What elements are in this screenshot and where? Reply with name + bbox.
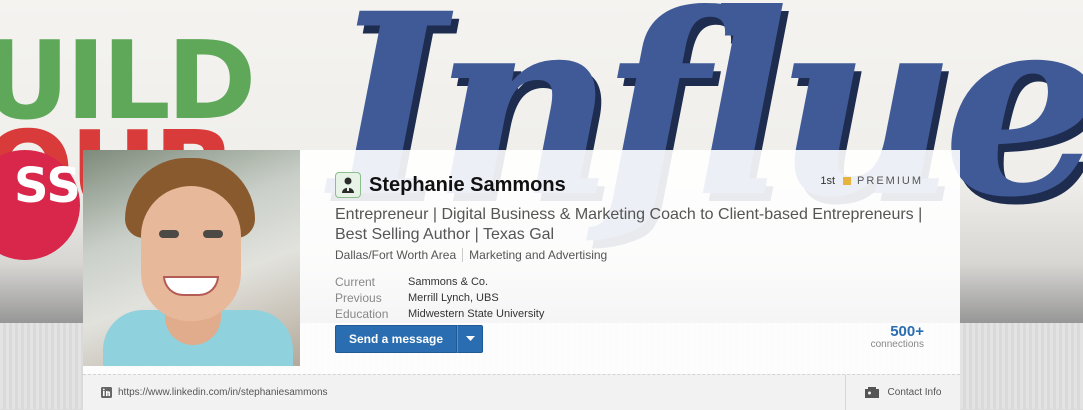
profile-card: Stephanie Sammons 1st PREMIUM Entreprene…	[83, 150, 960, 410]
profile-facts: Current Sammons & Co. Previous Merrill L…	[335, 274, 544, 322]
location-industry-row: Dallas/Fort Worth Area Marketing and Adv…	[335, 248, 607, 262]
fact-label: Education	[335, 307, 389, 321]
profile-url-text[interactable]: https://www.linkedin.com/in/stephaniesam…	[118, 387, 328, 398]
degree-badge: 1st	[820, 175, 836, 187]
industry-link[interactable]: Marketing and Advertising	[469, 248, 607, 262]
connections-number: 500+	[890, 323, 924, 340]
profile-badge-icon	[335, 172, 361, 198]
banner-circle-text: SS	[14, 158, 81, 214]
fact-previous: Previous Merrill Lynch, UBS	[335, 290, 544, 306]
fact-education: Education Midwestern State University	[335, 306, 544, 322]
contact-info-label: Contact Info	[887, 387, 942, 398]
fact-label: Previous	[335, 291, 382, 305]
divider	[462, 248, 464, 262]
profile-footer: https://www.linkedin.com/in/stephaniesam…	[83, 374, 960, 410]
fact-value-education[interactable]: Midwestern State University	[408, 308, 544, 320]
send-message-group: Send a message	[335, 325, 484, 353]
premium-label: PREMIUM	[857, 175, 923, 187]
connections-label: connections	[870, 339, 924, 350]
profile-photo[interactable]	[83, 150, 300, 366]
contact-info-button[interactable]: Contact Info	[845, 375, 960, 410]
fact-value-current[interactable]: Sammons & Co.	[408, 276, 488, 288]
profile-headline: Entrepreneur | Digital Business & Market…	[335, 206, 923, 243]
contact-card-icon	[864, 387, 879, 398]
name-row: Stephanie Sammons	[335, 172, 566, 198]
fact-value-previous[interactable]: Merrill Lynch, UBS	[408, 292, 499, 304]
fact-label: Current	[335, 275, 376, 289]
fact-current: Current Sammons & Co.	[335, 274, 544, 290]
profile-name: Stephanie Sammons	[369, 173, 566, 196]
send-message-dropdown[interactable]	[457, 325, 484, 353]
connections-count[interactable]: 500+ connections	[871, 323, 924, 350]
send-message-button[interactable]: Send a message	[335, 325, 458, 353]
connection-degree: 1st PREMIUM	[820, 175, 923, 187]
linkedin-icon	[101, 387, 112, 398]
public-profile-url[interactable]: https://www.linkedin.com/in/stephaniesam…	[101, 387, 328, 398]
location-link[interactable]: Dallas/Fort Worth Area	[335, 248, 456, 262]
premium-icon	[843, 177, 852, 185]
chevron-down-icon	[465, 336, 475, 341]
